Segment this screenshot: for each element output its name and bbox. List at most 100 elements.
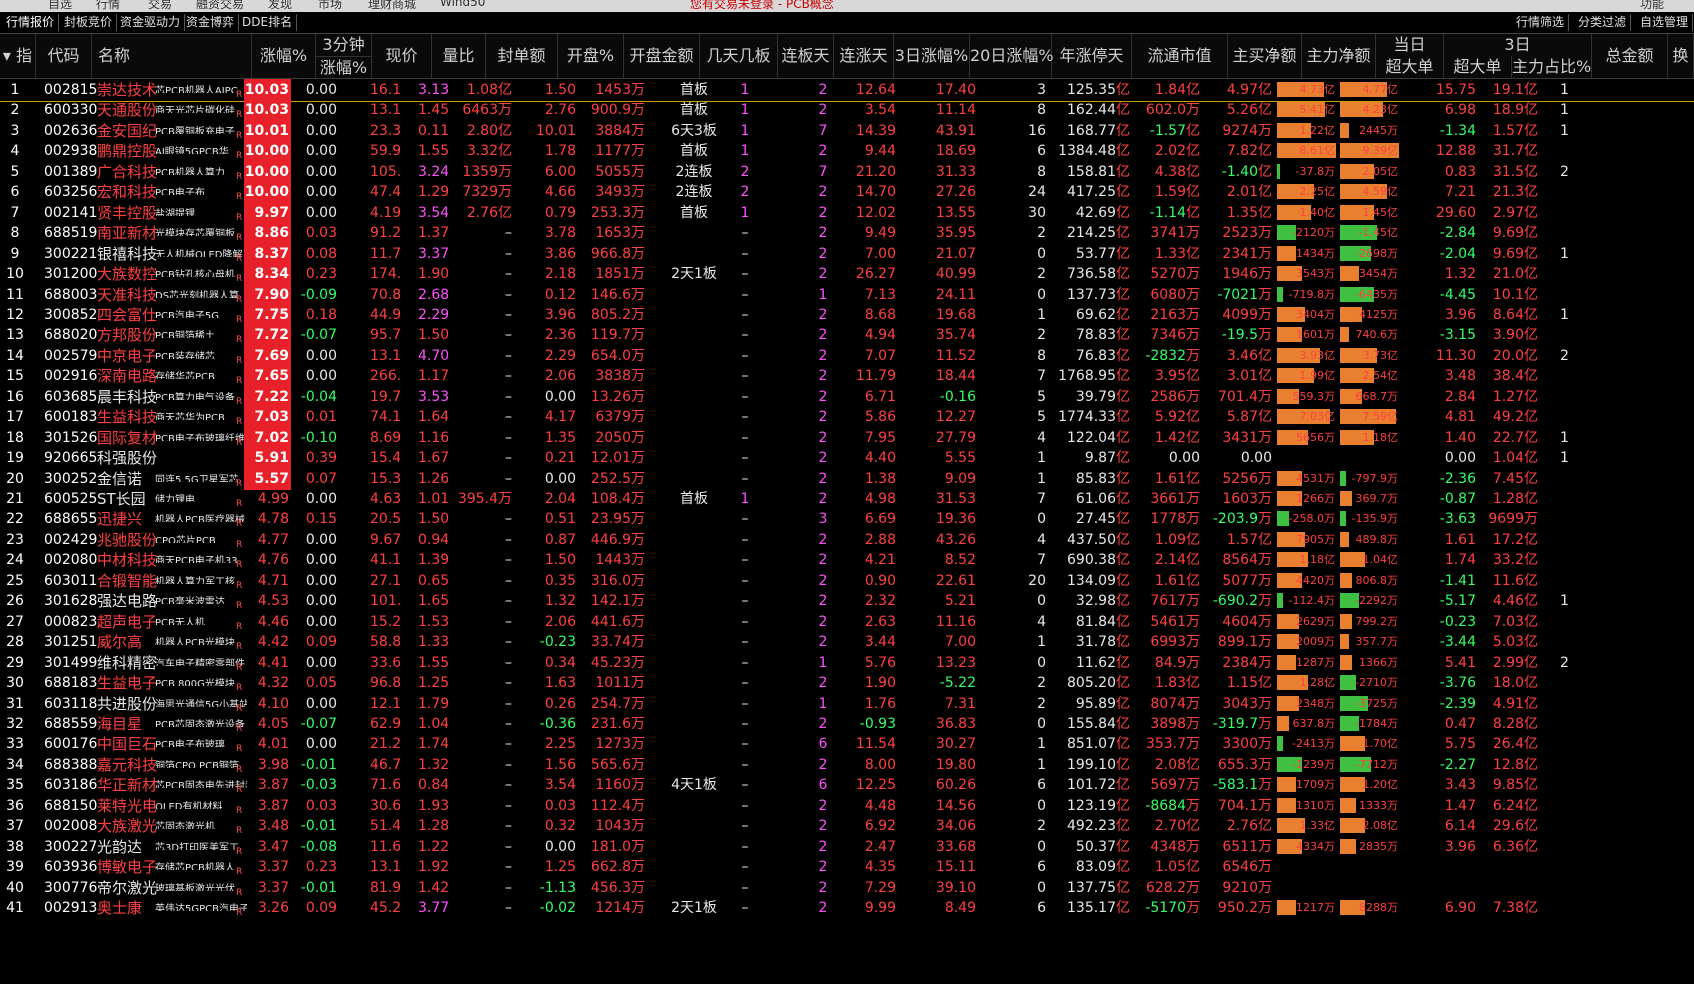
stock-name[interactable]: 帝尔激光 (97, 877, 159, 899)
table-row[interactable]: 23 002429 兆驰股份 CPO芯片PCB R 4.77 0.00 9.67 0.94–0.… (0, 529, 1694, 551)
table-row[interactable]: 25603011合锻智能机器人算力军工核R4.710.0027.120.65–0… (0, 570, 1694, 592)
stock-name[interactable]: 广合科技 (97, 161, 159, 183)
stock-name[interactable]: 金安国纪 (97, 120, 159, 142)
stock-name[interactable]: 崇达技术 (97, 79, 159, 101)
stock-name[interactable]: 天准科技 (97, 284, 159, 306)
table-row[interactable]: 38300227光韵达芯3D打印医美军工R3.47-0.0811.631.22–… (0, 836, 1694, 858)
stock-name[interactable]: 奥士康 (97, 897, 159, 919)
header-3day-superlarge[interactable]: 超大单 (1444, 56, 1512, 78)
table-row[interactable]: 6603256宏和科技PCB电子布R10.000.0047.431.297329… (0, 181, 1694, 204)
table-row[interactable]: 39603936博敏电子存储芯PCB机器人R3.370.2313.181.92–… (0, 856, 1694, 878)
table-row[interactable]: 35603186华正新材芯PCB固态电先进封装R3.87-0.0371.620.… (0, 774, 1694, 796)
top-menu-item[interactable]: 交易 (148, 0, 172, 12)
stock-name[interactable]: 国际复材 (97, 427, 159, 449)
table-row[interactable]: 3002636金安国纪PCB覆铜板充电子R10.010.0023.300.112… (0, 119, 1694, 142)
header-price[interactable]: 现价 (372, 34, 432, 78)
table-row[interactable]: 30688183生益电子PCB 800G光模块R4.320.0596.801.2… (0, 672, 1694, 694)
tab-5[interactable]: DDE排名 (238, 14, 298, 31)
stock-name[interactable]: 科强股份 (97, 447, 159, 469)
stock-name[interactable]: 方邦股份 (97, 324, 159, 346)
table-row[interactable]: 15002916深南电路存储华芯PCBR7.650.00266.001.17–2… (0, 365, 1694, 388)
table-row[interactable]: 20300252金信诺同连5.5G卫星军芯R5.570.0715.361.26–… (0, 467, 1694, 490)
stock-name[interactable]: 威尔高 (97, 631, 159, 653)
stock-name[interactable]: 海目星 (97, 713, 159, 735)
table-row[interactable]: 24002080中材科技商天PCB电子机33R4.760.0041.141.39… (0, 549, 1694, 571)
header-float-market-cap[interactable]: 流通市值 (1132, 34, 1228, 78)
right-tab-2[interactable]: 分类过滤 (1574, 14, 1632, 31)
table-row[interactable]: 26301628强达电路PCB毫米波雷达R4.530.00101.101.65–… (0, 590, 1694, 612)
top-menu-item[interactable]: 发现 (268, 0, 292, 12)
table-row[interactable]: 14002579中京电子PCB装存储芯R7.690.0013.174.70–2.… (0, 344, 1694, 367)
stock-name[interactable]: 金信诺 (97, 468, 159, 490)
table-row[interactable]: 4002938鹏鼎控股AI眼镜5GPCB华R10.000.0059.951.55… (0, 140, 1694, 163)
function-menu[interactable]: 功能 (1640, 0, 1664, 12)
stock-name[interactable]: 中国巨石 (97, 733, 159, 755)
stock-name[interactable]: 超声电子 (97, 611, 159, 633)
header-seal-amount[interactable]: 封单额 (486, 34, 558, 78)
header-total-amount[interactable]: 总金额 (1592, 34, 1668, 78)
stock-name[interactable]: 生益科技 (97, 406, 159, 428)
table-row[interactable]: 9300221银禧科技无人机械OLED降解R8.370.0811.783.37–… (0, 242, 1694, 265)
stock-name[interactable]: 鹏鼎控股 (97, 140, 159, 162)
top-menu-item[interactable]: 自选 (48, 0, 72, 12)
table-row[interactable]: 29301499维科精密汽车电子精密零部件R4.410.0033.621.55–… (0, 652, 1694, 674)
table-row[interactable]: 34688388嘉元科技铜箔CPO PCB铜箔R3.98-0.0146.711.… (0, 754, 1694, 776)
top-menu-item[interactable]: 融资交易 (196, 0, 244, 12)
stock-name[interactable]: 中京电子 (97, 345, 159, 367)
table-row[interactable]: 22688655迅捷兴机器人PCB医疗器械R4.780.1520.591.50–… (0, 508, 1694, 530)
table-row[interactable]: 13688020方邦股份PCB铜箔稀土R7.72-0.0795.701.50–2… (0, 324, 1694, 347)
stock-name[interactable]: 迅捷兴 (97, 508, 159, 530)
stock-name[interactable]: 晨丰科技 (97, 386, 159, 408)
stock-name[interactable]: 南亚新材 (97, 222, 159, 244)
right-tab-3[interactable]: 自选管理 (1636, 14, 1694, 31)
header-year-limit-days[interactable]: 年涨停天 (1052, 34, 1132, 78)
table-row[interactable]: 11688003天准科技DS芯光刻机器人算R7.90-0.0970.882.68… (0, 283, 1694, 306)
stock-name[interactable]: 大族激光 (97, 815, 159, 837)
table-row[interactable]: 28301251威尔高机器人PCB光模块R4.420.0958.861.33–-… (0, 631, 1694, 653)
table-row[interactable]: 33600176中国巨石PCB电子布玻璃R4.010.0021.261.74–2… (0, 733, 1694, 755)
table-row[interactable]: 17600183生益科技商天芯华为PCBR7.030.0174.101.64–4… (0, 406, 1694, 429)
stock-name[interactable]: 深南电路 (97, 365, 159, 387)
table-row[interactable]: 37002008大族激光芯固态激光机R3.48-0.0151.451.28–0.… (0, 815, 1694, 837)
header-turnover[interactable]: 换 (1668, 34, 1694, 78)
header-main-buy-net[interactable]: 主买净额 (1228, 34, 1302, 78)
header-days-boards[interactable]: 几天几板 (700, 34, 778, 78)
header-open-pct[interactable]: 开盘% (558, 34, 624, 78)
stock-name[interactable]: 华正新材 (97, 774, 159, 796)
table-row[interactable]: 21 600525 ST长园 储力锂电 R 4.99 0.00 4.63 1.01 395.4万 2… (0, 488, 1694, 510)
stock-name[interactable]: 生益电子 (97, 672, 159, 694)
table-row[interactable]: 5001389广合科技PCB机器人算力R10.000.00105.063.241… (0, 160, 1694, 183)
header-name[interactable]: 名称 (92, 34, 252, 78)
table-row[interactable]: 36688150莱特光电OLED有机材料R3.870.0330.611.93–0… (0, 795, 1694, 817)
table-row[interactable]: 31603118共进股份海思光通信5G小基站R4.100.0012.181.79… (0, 693, 1694, 715)
stock-name[interactable]: 兆驰股份 (97, 529, 159, 551)
stock-name[interactable]: 宏和科技 (97, 181, 159, 203)
stock-name[interactable]: 共进股份 (97, 693, 159, 715)
tab-3[interactable]: 资金驱动力 (116, 14, 186, 31)
table-row[interactable]: 7 002141 贤丰控股 盐湖提锂 R 9.97 0.00 4.19 3.54 2.76亿 0.7… (0, 201, 1694, 224)
tab-2[interactable]: 封板竞价 (60, 14, 118, 31)
header-code[interactable]: 代码 (36, 34, 92, 78)
table-row[interactable]: 19920665科强股份5.910.3915.401.67–0.2112.01万… (0, 447, 1694, 470)
table-row[interactable]: 12300852四会富仕PCB汽电子5GR7.750.1844.932.29–3… (0, 303, 1694, 326)
top-menu-item[interactable]: 行情 (96, 0, 120, 12)
stock-name[interactable]: 维科精密 (97, 652, 159, 674)
stock-name[interactable]: 四会富仕 (97, 304, 159, 326)
header-today-superlarge[interactable]: 超大单 (1376, 56, 1444, 78)
stock-name[interactable]: 合锻智能 (97, 570, 159, 592)
table-row[interactable]: 2600330天通股份商天光芯片碳化硅R10.030.0013.171.4564… (0, 99, 1694, 122)
stock-name[interactable]: 莱特光电 (97, 795, 159, 817)
tab-4[interactable]: 资金博弈 (182, 14, 240, 31)
header-20day-change[interactable]: 20日涨幅% (970, 34, 1054, 78)
top-menu-item[interactable]: 理财商城 (368, 0, 416, 12)
top-menu-item[interactable]: Wind50 (440, 0, 485, 9)
header-consecutive-board-days[interactable]: 连板天 (778, 34, 834, 78)
tab-1[interactable]: 行情报价 (2, 14, 60, 31)
top-menu-item[interactable]: 市场 (318, 0, 342, 12)
header-consecutive-up-days[interactable]: 连涨天 (834, 34, 894, 78)
table-row[interactable]: 41002913奥士康英伟达5GPCB汽电子R3.260.0945.243.77… (0, 897, 1694, 919)
stock-name[interactable]: 大族数控 (97, 263, 159, 285)
stock-name[interactable]: 博敏电子 (97, 856, 159, 878)
header-3day-change[interactable]: 3日涨幅% (894, 34, 970, 78)
stock-name[interactable]: 中材科技 (97, 549, 159, 571)
